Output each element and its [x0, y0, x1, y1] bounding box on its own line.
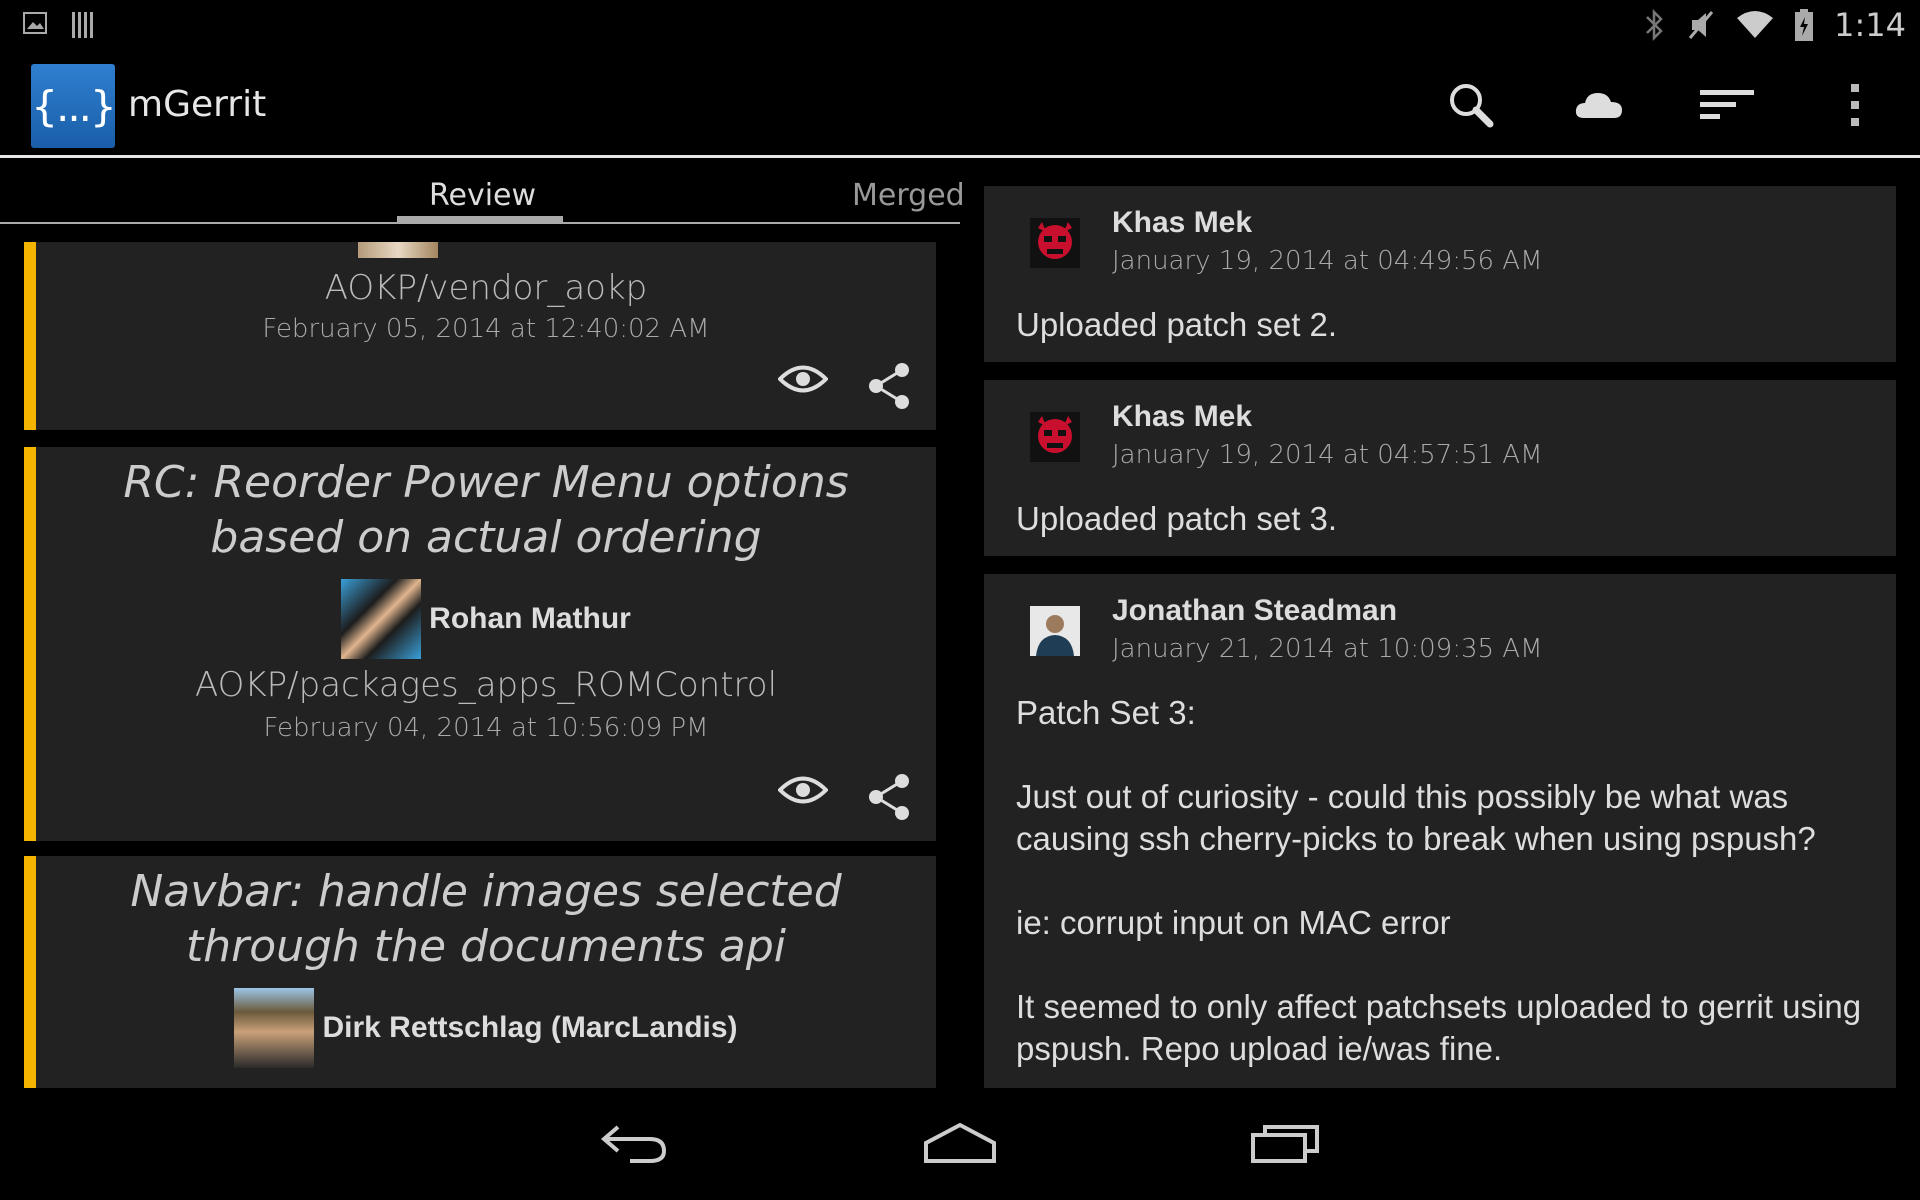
comment-date: January 19, 2014 at 04:57:51 AM	[1112, 440, 1543, 470]
comment-list[interactable]: Khas Mek January 19, 2014 at 04:49:56 AM…	[984, 186, 1896, 1088]
picture-icon	[23, 12, 47, 34]
change-title: RC: Reorder Power Menu options based on …	[123, 457, 849, 563]
change-author: Dirk Rettschlag (MarcLandis)	[36, 988, 936, 1068]
overflow-menu-button[interactable]	[1820, 70, 1890, 140]
comment: Khas Mek January 19, 2014 at 04:49:56 AM…	[984, 186, 1896, 362]
comment-author: Jonathan Steadman	[1112, 594, 1398, 627]
tab-divider	[0, 222, 960, 224]
comment: Khas Mek January 19, 2014 at 04:57:51 AM…	[984, 380, 1896, 556]
eye-icon[interactable]	[778, 362, 828, 396]
change-author: Rohan Mathur	[36, 579, 936, 659]
comment-date: January 21, 2014 at 10:09:35 AM	[1112, 634, 1543, 664]
change-card[interactable]: Navbar: handle images selected through t…	[24, 856, 936, 1088]
cloud-button[interactable]	[1564, 70, 1634, 140]
home-button[interactable]	[900, 1108, 1020, 1178]
avatar	[358, 242, 438, 258]
change-date: February 04, 2014 at 10:56:09 PM	[263, 713, 709, 743]
sort-button[interactable]	[1692, 70, 1762, 140]
comment-body: Uploaded patch set 3.	[1016, 500, 1338, 537]
navigation-bar	[0, 1088, 1920, 1200]
change-card[interactable]: RC: Reorder Power Menu options based on …	[24, 447, 936, 841]
cloud-icon	[1575, 93, 1622, 118]
sort-icon	[1700, 90, 1754, 119]
change-date: February 05, 2014 at 12:40:02 AM	[262, 314, 710, 344]
share-icon[interactable]	[866, 362, 912, 410]
share-icon[interactable]	[866, 773, 912, 821]
search-button[interactable]	[1436, 70, 1506, 140]
action-bar: {...} mGerrit	[0, 50, 1920, 158]
comment-body: Patch Set 3: Just out of curiosity - cou…	[1016, 694, 1862, 1067]
change-project: AOKP/vendor_aokp	[324, 268, 648, 308]
battery-icon	[1795, 9, 1814, 41]
tab-merged[interactable]: Merged	[852, 178, 965, 213]
app-title: mGerrit	[128, 84, 267, 125]
back-button[interactable]	[575, 1108, 695, 1178]
tab-review[interactable]: Review	[429, 178, 536, 213]
back-icon	[600, 1125, 667, 1163]
author-name: Rohan Mathur	[429, 602, 631, 635]
barcode-icon	[72, 12, 93, 38]
avatar	[234, 988, 315, 1068]
author-name: Dirk Rettschlag (MarcLandis)	[322, 1011, 738, 1044]
change-card[interactable]: AOKP/vendor_aokp February 05, 2014 at 12…	[24, 242, 936, 430]
tab-bar: Review Merged	[0, 160, 965, 226]
search-icon	[1450, 84, 1494, 128]
comment-author: Khas Mek	[1112, 206, 1253, 239]
wifi-icon	[1737, 11, 1774, 38]
avatar	[341, 579, 422, 659]
change-list[interactable]: AOKP/vendor_aokp February 05, 2014 at 12…	[24, 242, 936, 1088]
recents-button[interactable]	[1225, 1108, 1345, 1178]
avatar	[1030, 218, 1080, 268]
avatar	[1030, 412, 1080, 462]
bluetooth-icon	[1646, 8, 1663, 42]
recents-icon	[1251, 1125, 1319, 1163]
comment-date: January 19, 2014 at 04:49:56 AM	[1112, 246, 1543, 276]
clock: 1:14	[1834, 6, 1906, 44]
comment-body: Uploaded patch set 2.	[1016, 306, 1338, 343]
change-title: Navbar: handle images selected through t…	[130, 866, 842, 972]
overflow-menu-icon	[1851, 84, 1859, 126]
mute-icon	[1688, 11, 1714, 39]
app-logo[interactable]: {...}	[31, 64, 117, 148]
avatar	[1030, 606, 1080, 656]
change-project: AOKP/packages_apps_ROMControl	[194, 665, 778, 705]
home-icon	[924, 1122, 996, 1163]
comment: Jonathan Steadman January 21, 2014 at 10…	[984, 574, 1896, 1088]
comment-author: Khas Mek	[1112, 400, 1253, 433]
eye-icon[interactable]	[778, 773, 828, 807]
status-bar: 1:14	[0, 0, 1920, 50]
